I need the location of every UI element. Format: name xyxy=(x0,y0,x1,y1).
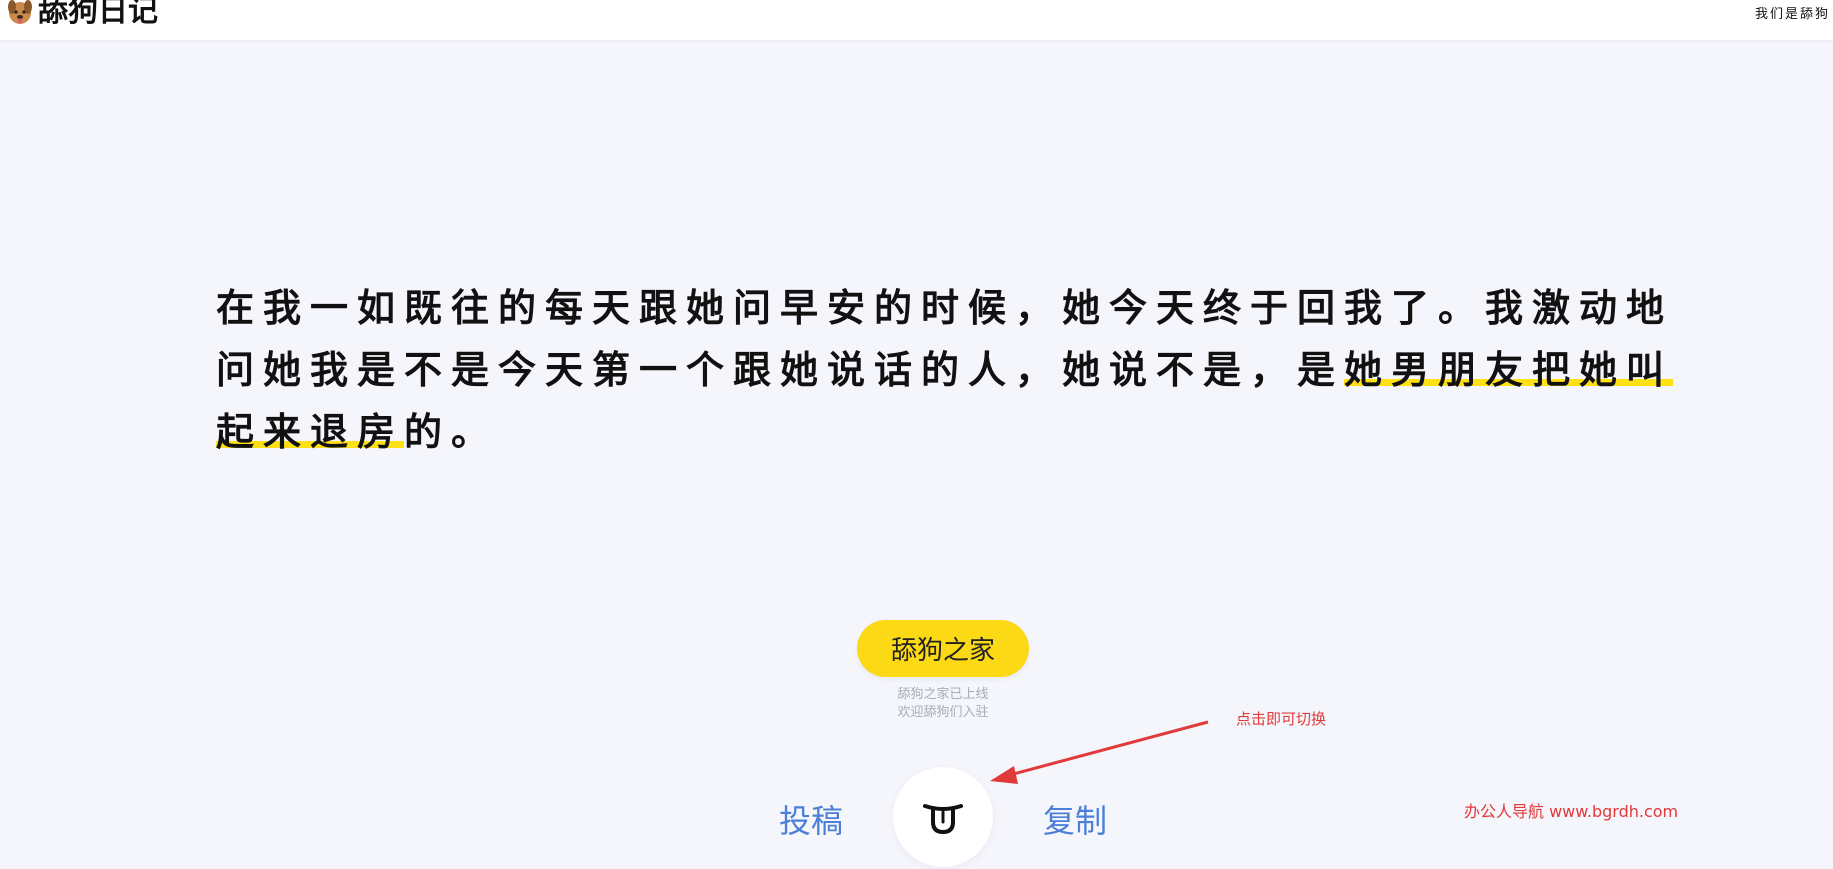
diary-quote: 在我一如既往的每天跟她问早安的时候，她今天终于回我了。我激动地问她我是不是今天第… xyxy=(216,277,1676,463)
quote-tail: 的。 xyxy=(404,410,499,454)
logo-text: 舔狗日记 xyxy=(38,0,158,29)
copy-button[interactable]: 复制 xyxy=(1043,796,1107,842)
submit-button[interactable]: 投稿 xyxy=(779,796,843,842)
licking-dog-home-button[interactable]: 舔狗之家 xyxy=(857,620,1029,677)
dog-logo-icon xyxy=(8,0,32,24)
annotation-text: 点击即可切换 xyxy=(1236,710,1327,728)
tongue-face-icon xyxy=(923,804,963,835)
watermark: 办公人导航 www.bgrdh.com xyxy=(1464,802,1679,821)
header: 舔狗日记 我们是舔狗 xyxy=(0,0,1833,40)
page: 舔狗日记 我们是舔狗 在我一如既往的每天跟她问早安的时候，她今天终于回我了。我激… xyxy=(0,0,1833,869)
subnote-line-1: 舔狗之家已上线 xyxy=(897,687,989,702)
logo[interactable]: 舔狗日记 xyxy=(6,0,158,32)
subnote-line-2: 欢迎舔狗们入驻 xyxy=(897,705,989,720)
home-subnote: 舔狗之家已上线 欢迎舔狗们入驻 xyxy=(843,686,1043,722)
toggle-button[interactable] xyxy=(893,767,993,867)
header-slogan: 我们是舔狗 xyxy=(1755,7,1831,22)
